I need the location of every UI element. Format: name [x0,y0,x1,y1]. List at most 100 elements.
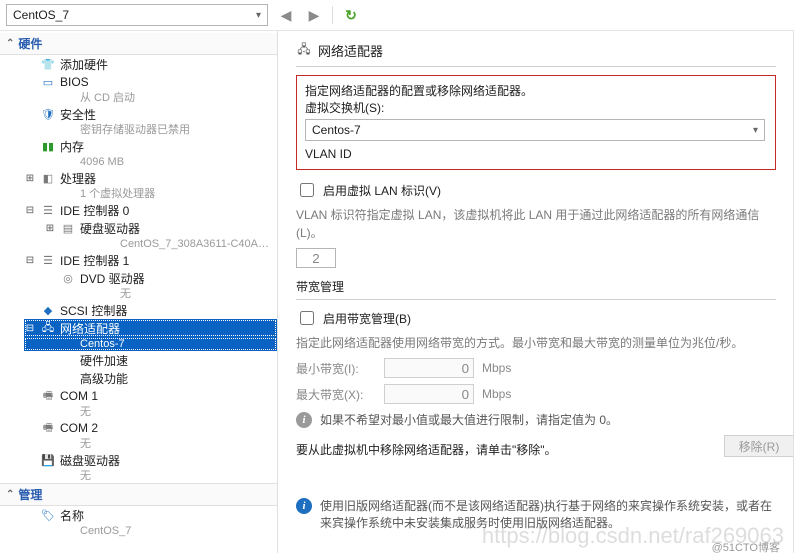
vm-selector[interactable]: CentOS_7 ▾ [6,4,268,26]
section-management[interactable]: ⌃ 管理 [0,483,277,506]
bandwidth-header: 带宽管理 [296,278,776,295]
tree-label: COM 2 [60,421,98,435]
tree-advanced[interactable]: 高级功能 [44,369,277,387]
tree-label: 硬件加速 [80,352,128,369]
prev-icon[interactable]: ◀ [276,5,296,25]
info-icon: i [296,498,312,514]
bw-info-text: 如果不希望对最小值或最大值进行限制，请指定值为 0。 [320,412,618,429]
legacy-info-row: i 使用旧版网络适配器(而不是该网络适配器)执行基于网络的来宾操作系统安装，或者… [296,498,776,532]
tree-sub: CentOS_7 [24,524,277,538]
tree-label: 硬盘驱动器 [80,220,140,237]
tree-network-adapter[interactable]: ⊟ 🖧 网络适配器 [24,319,277,337]
remove-button-label: 移除(R) [739,438,780,455]
bw-checkbox-label: 启用带宽管理(B) [323,310,411,327]
tree-sub: 无 [24,405,277,419]
refresh-icon[interactable]: ↻ [341,5,361,25]
panel-description: 指定网络适配器的配置或移除网络适配器。 [305,82,767,99]
vlan-help: VLAN 标识符指定虚拟 LAN，该虚拟机将此 LAN 用于通过此网络适配器的所… [296,206,776,242]
dvd-icon: ◎ [60,270,76,286]
controller-icon: ☰ [40,252,56,268]
tree-com1[interactable]: 🖷 COM 1 [24,387,277,405]
legacy-info-text: 使用旧版网络适配器(而不是该网络适配器)执行基于网络的来宾操作系统安装，或者在来… [320,498,776,532]
expand-icon[interactable]: ⊞ [24,173,36,184]
tree-ide1[interactable]: ⊟ ☰ IDE 控制器 1 [24,251,277,269]
info-icon: i [296,412,312,428]
remove-button[interactable]: 移除(R) [724,435,794,457]
tree-sub: 4096 MB [24,155,277,169]
bw-checkbox-row: 启用带宽管理(B) [296,308,776,328]
scsi-icon: ◆ [40,302,56,318]
shield-icon: 🛡 [40,106,56,122]
tree-com2[interactable]: 🖷 COM 2 [24,419,277,437]
tree-label: COM 1 [60,389,98,403]
tree-cpu[interactable]: ⊞ ◧ 处理器 [24,169,277,187]
chevron-down-icon: ▾ [256,10,261,21]
max-bw-label: 最大带宽(X): [296,386,376,403]
bw-help: 指定此网络适配器使用网络带宽的方式。最小带宽和最大带宽的测量单位为兆位/秒。 [296,334,776,352]
tree-scsi[interactable]: ◆ SCSI 控制器 [24,301,277,319]
tree-memory[interactable]: ▮▮ 内存 [24,137,277,155]
remove-description: 要从此虚拟机中移除网络适配器，请单击"移除"。 [296,441,776,458]
memory-icon: ▮▮ [40,138,56,154]
tree-floppy[interactable]: 💾 磁盘驱动器 [24,451,277,469]
vlan-checkbox-label: 启用虚拟 LAN 标识(V) [323,182,441,199]
tree-label: BIOS [60,75,89,89]
tree-label: IDE 控制器 0 [60,202,129,219]
collapse-icon[interactable]: ⊟ [24,255,36,266]
highlighted-region: 指定网络适配器的配置或移除网络适配器。 虚拟交换机(S): Centos-7 ▾… [296,75,776,170]
com-port-icon: 🖷 [40,420,56,436]
tree-ide0[interactable]: ⊟ ☰ IDE 控制器 0 [24,201,277,219]
bw-info-row: i 如果不希望对最小值或最大值进行限制，请指定值为 0。 [296,412,776,429]
tree-label: 添加硬件 [60,56,108,73]
bios-icon: ▭ [40,74,56,90]
tree-sub: Centos-7 [24,337,277,351]
vlan-header: VLAN ID [305,147,767,161]
tree-label: 网络适配器 [60,320,120,337]
floppy-icon: 💾 [40,452,56,468]
chevron-down-icon: ▾ [753,125,758,136]
divider [296,299,776,300]
vswitch-select[interactable]: Centos-7 ▾ [305,119,765,141]
collapse-icon[interactable]: ⊟ [24,205,36,216]
collapse-icon: ⌃ [6,38,14,49]
section-hardware-label: 硬件 [18,35,42,52]
max-bandwidth-row: 最大带宽(X): Mbps [296,384,776,404]
tree-add-hardware[interactable]: 👕 添加硬件 [24,55,277,73]
tree-hdd[interactable]: ⊞ ▤ 硬盘驱动器 [44,219,277,237]
tree-sub: 1 个虚拟处理器 [24,187,277,201]
collapse-icon: ⌃ [6,489,14,500]
network-icon: 🖧 [40,320,56,336]
tree-label: 处理器 [60,170,96,187]
tree-sub: CentOS_7_308A3611-C40A-47C4-... [44,237,277,251]
cpu-icon: ◧ [40,170,56,186]
expand-icon[interactable]: ⊞ [44,223,56,234]
vm-selector-value: CentOS_7 [13,8,69,22]
tree-label: SCSI 控制器 [60,302,127,319]
tree-label: 高级功能 [80,370,128,387]
tree-label: 磁盘驱动器 [60,452,120,469]
tree-dvd[interactable]: ◎ DVD 驱动器 [44,269,277,287]
toolbar: CentOS_7 ▾ ◀ ▶ ↻ [0,0,794,31]
min-bw-input[interactable] [384,358,474,378]
tree-sub: 无 [24,469,277,483]
tree-hw-accel[interactable]: 硬件加速 [44,351,277,369]
tree-sub: 从 CD 启动 [24,91,277,105]
max-bw-input[interactable] [384,384,474,404]
section-hardware[interactable]: ⌃ 硬件 [0,33,277,55]
tree-sub: 无 [44,287,277,301]
tree-label: 内存 [60,138,84,155]
bw-enable-checkbox[interactable] [300,311,314,325]
collapse-icon[interactable]: ⊟ [24,323,36,334]
tree-sub: 无 [24,437,277,451]
next-icon[interactable]: ▶ [304,5,324,25]
vswitch-label: 虚拟交换机(S): [305,99,767,116]
min-bw-label: 最小带宽(I): [296,360,376,377]
vlan-checkbox-row: 启用虚拟 LAN 标识(V) [296,180,776,200]
tree-bios[interactable]: ▭ BIOS [24,73,277,91]
vlan-id-input[interactable] [296,248,336,268]
tree-security[interactable]: 🛡 安全性 [24,105,277,123]
vlan-enable-checkbox[interactable] [300,183,314,197]
tree-name[interactable]: 🏷 名称 [24,506,277,524]
settings-tree: ⌃ 硬件 👕 添加硬件 ▭ BIOS 从 CD 启动 🛡 安全性 密钥存储驱动器… [0,31,278,553]
tree-label: IDE 控制器 1 [60,252,129,269]
